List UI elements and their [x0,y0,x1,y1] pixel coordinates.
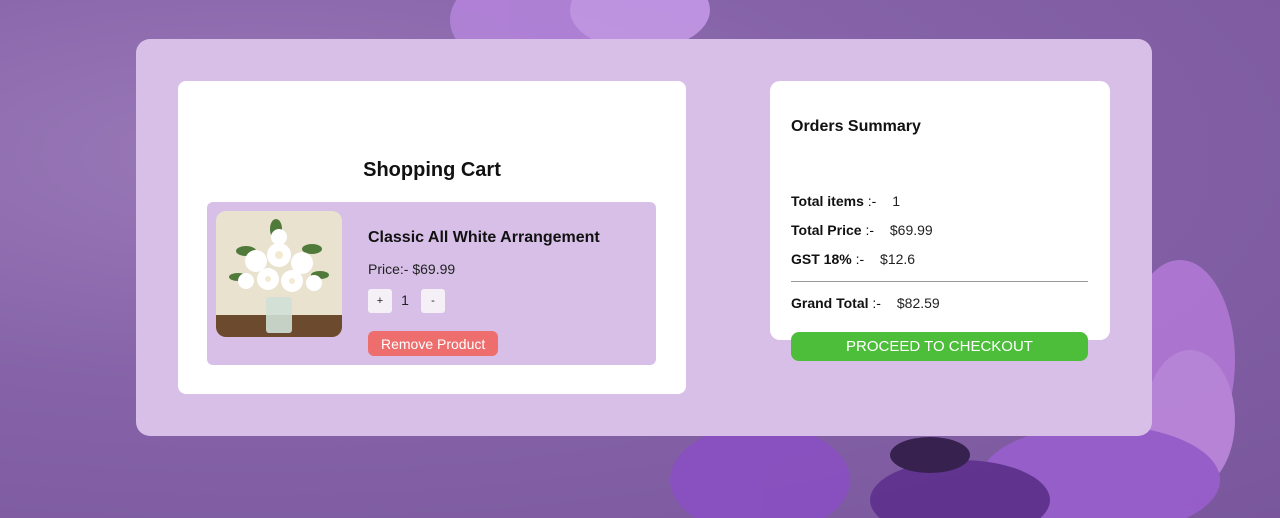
summary-title: Orders Summary [791,118,921,135]
summary-grand-total: Grand Total :- $82.59 [791,294,940,312]
total-items-value: 1 [892,193,901,209]
cart-title: Shopping Cart [363,159,501,181]
grand-total-value: $82.59 [896,295,940,311]
gst-value: $12.6 [880,251,916,267]
summary-divider [791,281,1088,282]
gst-separator: :- [855,251,865,267]
proceed-to-checkout-button[interactable]: PROCEED TO CHECKOUT [791,332,1088,361]
order-summary-panel: Orders Summary Total items :- 1 Total Pr… [770,81,1110,361]
gst-label: GST 18% [791,251,852,267]
summary-total-items: Total items :- 1 [791,192,900,210]
cart-container: Shopping Cart Classic All White Arrangem… [136,39,1152,436]
quantity-decrease-button[interactable]: - [421,289,445,313]
summary-total-price: Total Price :- $69.99 [791,221,933,239]
quantity-value: 1 [401,292,409,308]
remove-product-button[interactable]: Remove Product [368,331,499,356]
grand-total-label: Grand Total [791,295,869,311]
product-name: Classic All White Arrangement [368,229,600,246]
total-price-value: $69.99 [889,222,933,238]
grand-total-separator: :- [872,295,881,311]
product-image [216,211,342,337]
cart-item: Classic All White Arrangement Price:- $6… [207,202,656,365]
total-items-label: Total items [791,193,864,209]
quantity-increase-button[interactable]: + [368,289,392,313]
product-price: Price:- $69.99 [368,261,456,277]
shopping-cart-panel: Shopping Cart Classic All White Arrangem… [178,81,686,394]
total-items-separator: :- [867,193,877,209]
total-price-label: Total Price [791,222,862,238]
total-price-separator: :- [865,222,874,238]
summary-gst: GST 18% :- $12.6 [791,250,915,268]
